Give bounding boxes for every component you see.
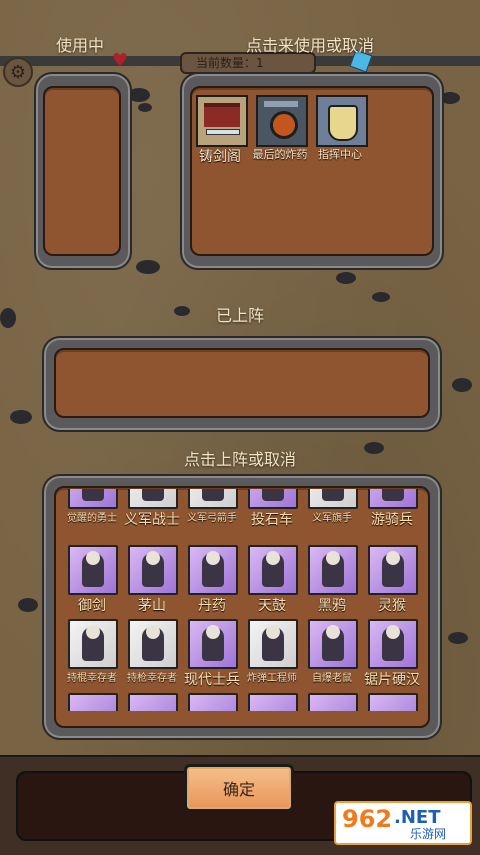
unit-card[interactable] xyxy=(368,619,418,669)
unit-name: 黑鸦 xyxy=(318,598,346,614)
rock-decoration xyxy=(364,442,384,454)
command-emblem-icon xyxy=(328,105,358,141)
unit-name: 持棍幸存者 xyxy=(67,673,117,684)
rock-decoration xyxy=(136,260,160,274)
rock-decoration xyxy=(452,378,472,392)
unit-name: 义军战士 xyxy=(124,512,180,528)
unit-card[interactable] xyxy=(128,619,178,669)
bomb-crate xyxy=(264,101,298,107)
rock-decoration xyxy=(10,410,32,424)
in-use-label: 使用中 xyxy=(55,36,104,55)
rock-decoration xyxy=(448,632,468,644)
unit-name: 御剑 xyxy=(78,598,106,614)
sword-icon xyxy=(206,129,240,135)
deployed-label: 已上阵 xyxy=(215,306,264,325)
unit-head-icon xyxy=(266,551,280,565)
deployed-area[interactable] xyxy=(54,348,430,418)
unit-head-icon xyxy=(206,625,220,639)
unit-name: 现代士兵 xyxy=(184,672,240,688)
unit-card[interactable] xyxy=(128,693,178,711)
unit-head-icon xyxy=(206,551,220,565)
unit-head-icon xyxy=(326,625,340,639)
in-use-slot[interactable] xyxy=(43,86,121,256)
unit-card[interactable] xyxy=(368,693,418,711)
unit-name: 炸弹工程师 xyxy=(247,673,297,684)
watermark-number: 962 xyxy=(342,805,393,833)
current-count-text: 当前数量：1 xyxy=(196,56,264,70)
unit-card[interactable] xyxy=(68,693,118,711)
building-command[interactable] xyxy=(316,95,368,147)
unit-name: 自爆老鼠 xyxy=(312,673,352,684)
unit-card[interactable] xyxy=(368,545,418,595)
bomb-icon xyxy=(270,111,298,139)
unit-card[interactable] xyxy=(68,545,118,595)
rock-decoration xyxy=(0,308,16,328)
unit-head-icon xyxy=(146,625,160,639)
rock-decoration xyxy=(138,103,152,112)
unit-card[interactable] xyxy=(308,619,358,669)
unit-portrait-icon xyxy=(262,489,284,501)
unit-card[interactable] xyxy=(128,489,178,509)
rock-decoration xyxy=(18,598,38,612)
unit-name: 觉醒的勇士 xyxy=(67,513,117,524)
watermark-logo: 962 .NET 乐游网 xyxy=(334,801,472,845)
unit-name: 义军旗手 xyxy=(312,513,352,524)
building-bomb[interactable] xyxy=(256,95,308,147)
unit-card[interactable] xyxy=(188,693,238,711)
units-grid: 觉醒的勇士 义军战士 义军弓箭手 投石车 义军旗手 游骑兵御剑 茅山 丹药 天鼓 黑鸦 灵猴持棍幸存… xyxy=(58,489,426,711)
unit-head-icon xyxy=(386,625,400,639)
confirm-button[interactable]: 确定 xyxy=(184,764,294,812)
rock-decoration xyxy=(336,272,356,284)
unit-card[interactable] xyxy=(368,489,418,509)
unit-card[interactable] xyxy=(248,545,298,595)
unit-name: 投石车 xyxy=(251,512,293,528)
unit-name: 天鼓 xyxy=(258,598,286,614)
rock-decoration xyxy=(174,306,190,316)
unit-head-icon xyxy=(386,551,400,565)
unit-name: 锯片硬汉 xyxy=(364,672,420,688)
unit-portrait-icon xyxy=(202,489,224,501)
building-command-label: 指挥中心 xyxy=(318,148,362,161)
unit-card[interactable] xyxy=(68,489,118,509)
unit-name: 持枪幸存者 xyxy=(127,673,177,684)
rock-decoration xyxy=(372,292,390,302)
unit-name: 灵猴 xyxy=(378,598,406,614)
unit-card[interactable] xyxy=(248,619,298,669)
unit-portrait-icon xyxy=(322,489,344,501)
building-forge[interactable] xyxy=(196,95,248,147)
unit-head-icon xyxy=(146,551,160,565)
unit-card[interactable] xyxy=(188,619,238,669)
unit-name: 茅山 xyxy=(138,598,166,614)
watermark-site: 乐游网 xyxy=(410,827,447,841)
unit-head-icon xyxy=(266,625,280,639)
unit-card[interactable] xyxy=(308,545,358,595)
unit-card[interactable] xyxy=(308,489,358,509)
click-use-label: 点击来使用或取消 xyxy=(245,36,374,55)
forge-icon xyxy=(204,103,240,127)
unit-head-icon xyxy=(86,551,100,565)
unit-card[interactable] xyxy=(248,693,298,711)
unit-card[interactable] xyxy=(188,489,238,509)
unit-card[interactable] xyxy=(248,489,298,509)
unit-head-icon xyxy=(326,551,340,565)
unit-card[interactable] xyxy=(68,619,118,669)
settings-gear-icon[interactable]: ⚙ xyxy=(3,57,33,87)
unit-card[interactable] xyxy=(188,545,238,595)
unit-portrait-icon xyxy=(142,489,164,501)
unit-name: 义军弓箭手 xyxy=(187,513,237,524)
unit-head-icon xyxy=(86,625,100,639)
unit-card[interactable] xyxy=(308,693,358,711)
unit-portrait-icon xyxy=(82,489,104,501)
unit-name: 丹药 xyxy=(198,598,226,614)
unit-name: 游骑兵 xyxy=(371,512,413,528)
unit-card[interactable] xyxy=(128,545,178,595)
units-label: 点击上阵或取消 xyxy=(183,450,296,469)
unit-portrait-icon xyxy=(382,489,404,501)
